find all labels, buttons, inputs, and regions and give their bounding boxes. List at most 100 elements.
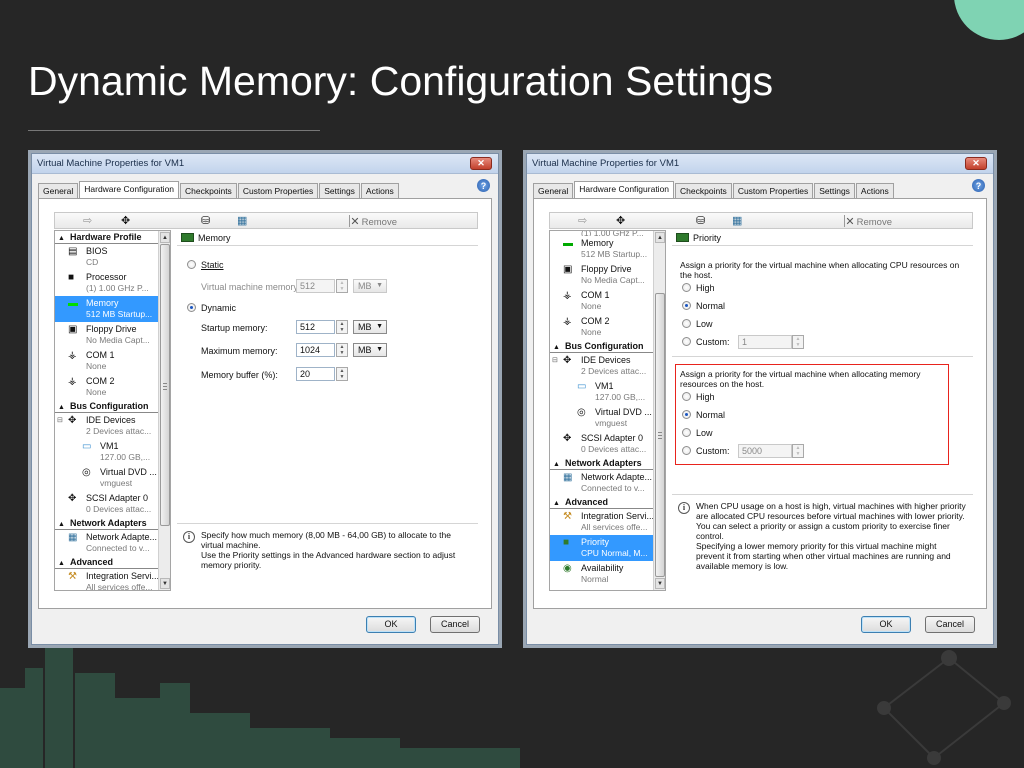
list-item-com2[interactable]: ⚶ COM 2 None <box>550 314 653 340</box>
cancel-button[interactable]: Cancel <box>430 616 480 633</box>
tab-checkpoints[interactable]: Checkpoints <box>180 183 237 198</box>
scrollbar-thumb[interactable] <box>160 244 170 526</box>
cpu-priority-normal-radio[interactable]: Normal <box>682 301 725 311</box>
list-item-vm1-disk[interactable]: ▭ VM1 127.00 GB,... <box>55 439 158 465</box>
list-item-floppy-drive[interactable]: ▣ Floppy Drive No Media Capt... <box>55 322 158 348</box>
tab-hardware-configuration[interactable]: Hardware Configuration <box>79 181 180 198</box>
add-network-icon[interactable]: ▦ <box>732 214 742 227</box>
list-item-floppy-drive[interactable]: ▣ Floppy Drive No Media Capt... <box>550 262 653 288</box>
category-hardware-profile[interactable]: ▲ Hardware Profile <box>55 231 158 244</box>
startup-memory-input[interactable]: 512 <box>296 320 335 334</box>
close-button[interactable]: ✕ <box>470 157 492 170</box>
list-item-ide-devices[interactable]: ⊟ ✥ IDE Devices 2 Devices attac... <box>550 353 653 379</box>
ok-button[interactable]: OK <box>366 616 416 633</box>
back-arrow-icon[interactable]: ⇨ <box>83 214 92 227</box>
list-item-virtual-dvd[interactable]: ◎ Virtual DVD ... vmguest <box>55 465 158 491</box>
tab-actions[interactable]: Actions <box>360 183 399 198</box>
cpu-custom-priority-input[interactable]: 1 <box>738 335 792 349</box>
remove-button[interactable]: ✕ Remove <box>845 215 892 228</box>
dynamic-memory-radio[interactable]: Dynamic <box>187 303 236 313</box>
category-network-adapters[interactable]: ▲ Network Adapters <box>55 517 158 530</box>
category-network-adapters[interactable]: ▲ Network Adapters <box>550 457 653 470</box>
category-bus-configuration[interactable]: ▲ Bus Configuration <box>550 340 653 353</box>
list-item-virtual-dvd[interactable]: ◎ Virtual DVD ... vmguest <box>550 405 653 431</box>
help-icon[interactable]: ? <box>477 179 490 192</box>
list-item-com1[interactable]: ⚶ COM 1 None <box>55 348 158 374</box>
list-item-memory[interactable]: ▬ Memory 512 MB Startup... <box>550 236 653 262</box>
memory-priority-low-radio[interactable]: Low <box>682 428 713 438</box>
list-item-processor[interactable]: ■ Processor (1) 1.00 GHz P... <box>55 270 158 296</box>
tab-general[interactable]: General <box>533 183 574 198</box>
list-item-scsi-adapter[interactable]: ✥ SCSI Adapter 00 Devices attac... <box>55 491 158 517</box>
list-item-bios[interactable]: ▤ BIOS CD <box>55 244 158 270</box>
scroll-down-icon[interactable]: ▼ <box>655 578 665 589</box>
tab-checkpoints[interactable]: Checkpoints <box>675 183 732 198</box>
maximum-memory-spinner[interactable]: ▲ ▼ <box>336 343 348 357</box>
cpu-priority-low-radio[interactable]: Low <box>682 319 713 329</box>
hardware-list-scrollbar[interactable]: ▲ ▼ <box>158 231 170 590</box>
list-item-availability[interactable]: ◉ Availability Normal <box>550 561 653 587</box>
remove-button[interactable]: ✕ Remove <box>350 215 397 228</box>
list-item-memory[interactable]: ▬ Memory 512 MB Startup... <box>55 296 158 322</box>
cancel-button[interactable]: Cancel <box>925 616 975 633</box>
help-icon[interactable]: ? <box>972 179 985 192</box>
expand-toggle-icon[interactable]: ⊟ <box>552 356 558 364</box>
list-item-com2[interactable]: ⚶ COM 2 None <box>55 374 158 400</box>
list-item-vm1-disk[interactable]: ▭ VM1 127.00 GB,... <box>550 379 653 405</box>
expand-toggle-icon[interactable]: ⊟ <box>57 416 63 424</box>
vm-memory-spinner[interactable]: ▲ ▼ <box>336 279 348 293</box>
list-item-com1[interactable]: ⚶ COM 1 None <box>550 288 653 314</box>
add-device-icon[interactable]: ✥ <box>616 214 625 227</box>
tab-settings[interactable]: Settings <box>319 183 360 198</box>
list-item-network-adapter[interactable]: ▦ Network Adapte... Connected to v... <box>55 530 158 556</box>
list-item-priority[interactable]: ■ Priority CPU Normal, M... <box>550 535 653 561</box>
list-item-network-adapter[interactable]: ▦ Network Adapte... Connected to v... <box>550 470 653 496</box>
close-button[interactable]: ✕ <box>965 157 987 170</box>
maximum-memory-label: Maximum memory: <box>201 346 278 356</box>
scroll-down-icon[interactable]: ▼ <box>160 578 170 589</box>
tab-settings[interactable]: Settings <box>814 183 855 198</box>
list-item-integration-services[interactable]: ⚒ Integration Servi... All services offe..… <box>550 509 653 535</box>
memory-custom-priority-spinner[interactable]: ▲ ▼ <box>792 444 804 458</box>
vm-memory-input[interactable]: 512 <box>296 279 335 293</box>
memory-custom-priority-input[interactable]: 5000 <box>738 444 792 458</box>
scroll-up-icon[interactable]: ▲ <box>655 232 665 243</box>
tab-custom-properties[interactable]: Custom Properties <box>732 183 814 198</box>
scrollbar-thumb[interactable] <box>655 293 665 577</box>
startup-memory-unit-select[interactable]: MB ▼ <box>353 320 387 334</box>
category-advanced[interactable]: ▲ Advanced <box>55 556 158 569</box>
maximum-memory-input[interactable]: 1024 <box>296 343 335 357</box>
com-port-icon: ⚶ <box>563 316 572 327</box>
tab-actions[interactable]: Actions <box>855 183 894 198</box>
tab-hardware-configuration[interactable]: Hardware Configuration <box>574 181 675 198</box>
category-bus-configuration[interactable]: ▲ Bus Configuration <box>55 400 158 413</box>
ok-button[interactable]: OK <box>861 616 911 633</box>
memory-priority-description: Assign a priority for the virtual machin… <box>680 369 921 389</box>
memory-buffer-input[interactable]: 20 <box>296 367 335 381</box>
list-item-ide-devices[interactable]: ⊟ ✥ IDE Devices 2 Devices attac... <box>55 413 158 439</box>
startup-memory-spinner[interactable]: ▲ ▼ <box>336 320 348 334</box>
memory-priority-normal-radio[interactable]: Normal <box>682 410 725 420</box>
cpu-custom-priority-spinner[interactable]: ▲ ▼ <box>792 335 804 349</box>
close-icon: ✕ <box>972 158 980 168</box>
add-network-icon[interactable]: ▦ <box>237 214 247 227</box>
memory-priority-high-radio[interactable]: High <box>682 392 715 402</box>
memory-priority-custom-radio[interactable]: Custom: <box>682 446 730 456</box>
add-disk-icon[interactable]: ⛁ <box>201 214 210 227</box>
add-device-icon[interactable]: ✥ <box>121 214 130 227</box>
memory-buffer-spinner[interactable]: ▲ ▼ <box>336 367 348 381</box>
maximum-memory-unit-select[interactable]: MB ▼ <box>353 343 387 357</box>
cpu-priority-high-radio[interactable]: High <box>682 283 715 293</box>
hardware-list-scrollbar[interactable]: ▲ ▼ <box>653 231 665 590</box>
tab-general[interactable]: General <box>38 183 79 198</box>
cpu-priority-custom-radio[interactable]: Custom: <box>682 337 730 347</box>
vm-memory-unit-select[interactable]: MB ▼ <box>353 279 387 293</box>
scroll-up-icon[interactable]: ▲ <box>160 232 170 243</box>
static-memory-radio[interactable]: Static <box>187 260 224 270</box>
add-disk-icon[interactable]: ⛁ <box>696 214 705 227</box>
back-arrow-icon[interactable]: ⇨ <box>578 214 587 227</box>
category-advanced[interactable]: ▲ Advanced <box>550 496 653 509</box>
list-item-integration-services[interactable]: ⚒ Integration Servi... All services offe..… <box>55 569 158 590</box>
list-item-scsi-adapter[interactable]: ✥ SCSI Adapter 00 Devices attac... <box>550 431 653 457</box>
tab-custom-properties[interactable]: Custom Properties <box>237 183 319 198</box>
